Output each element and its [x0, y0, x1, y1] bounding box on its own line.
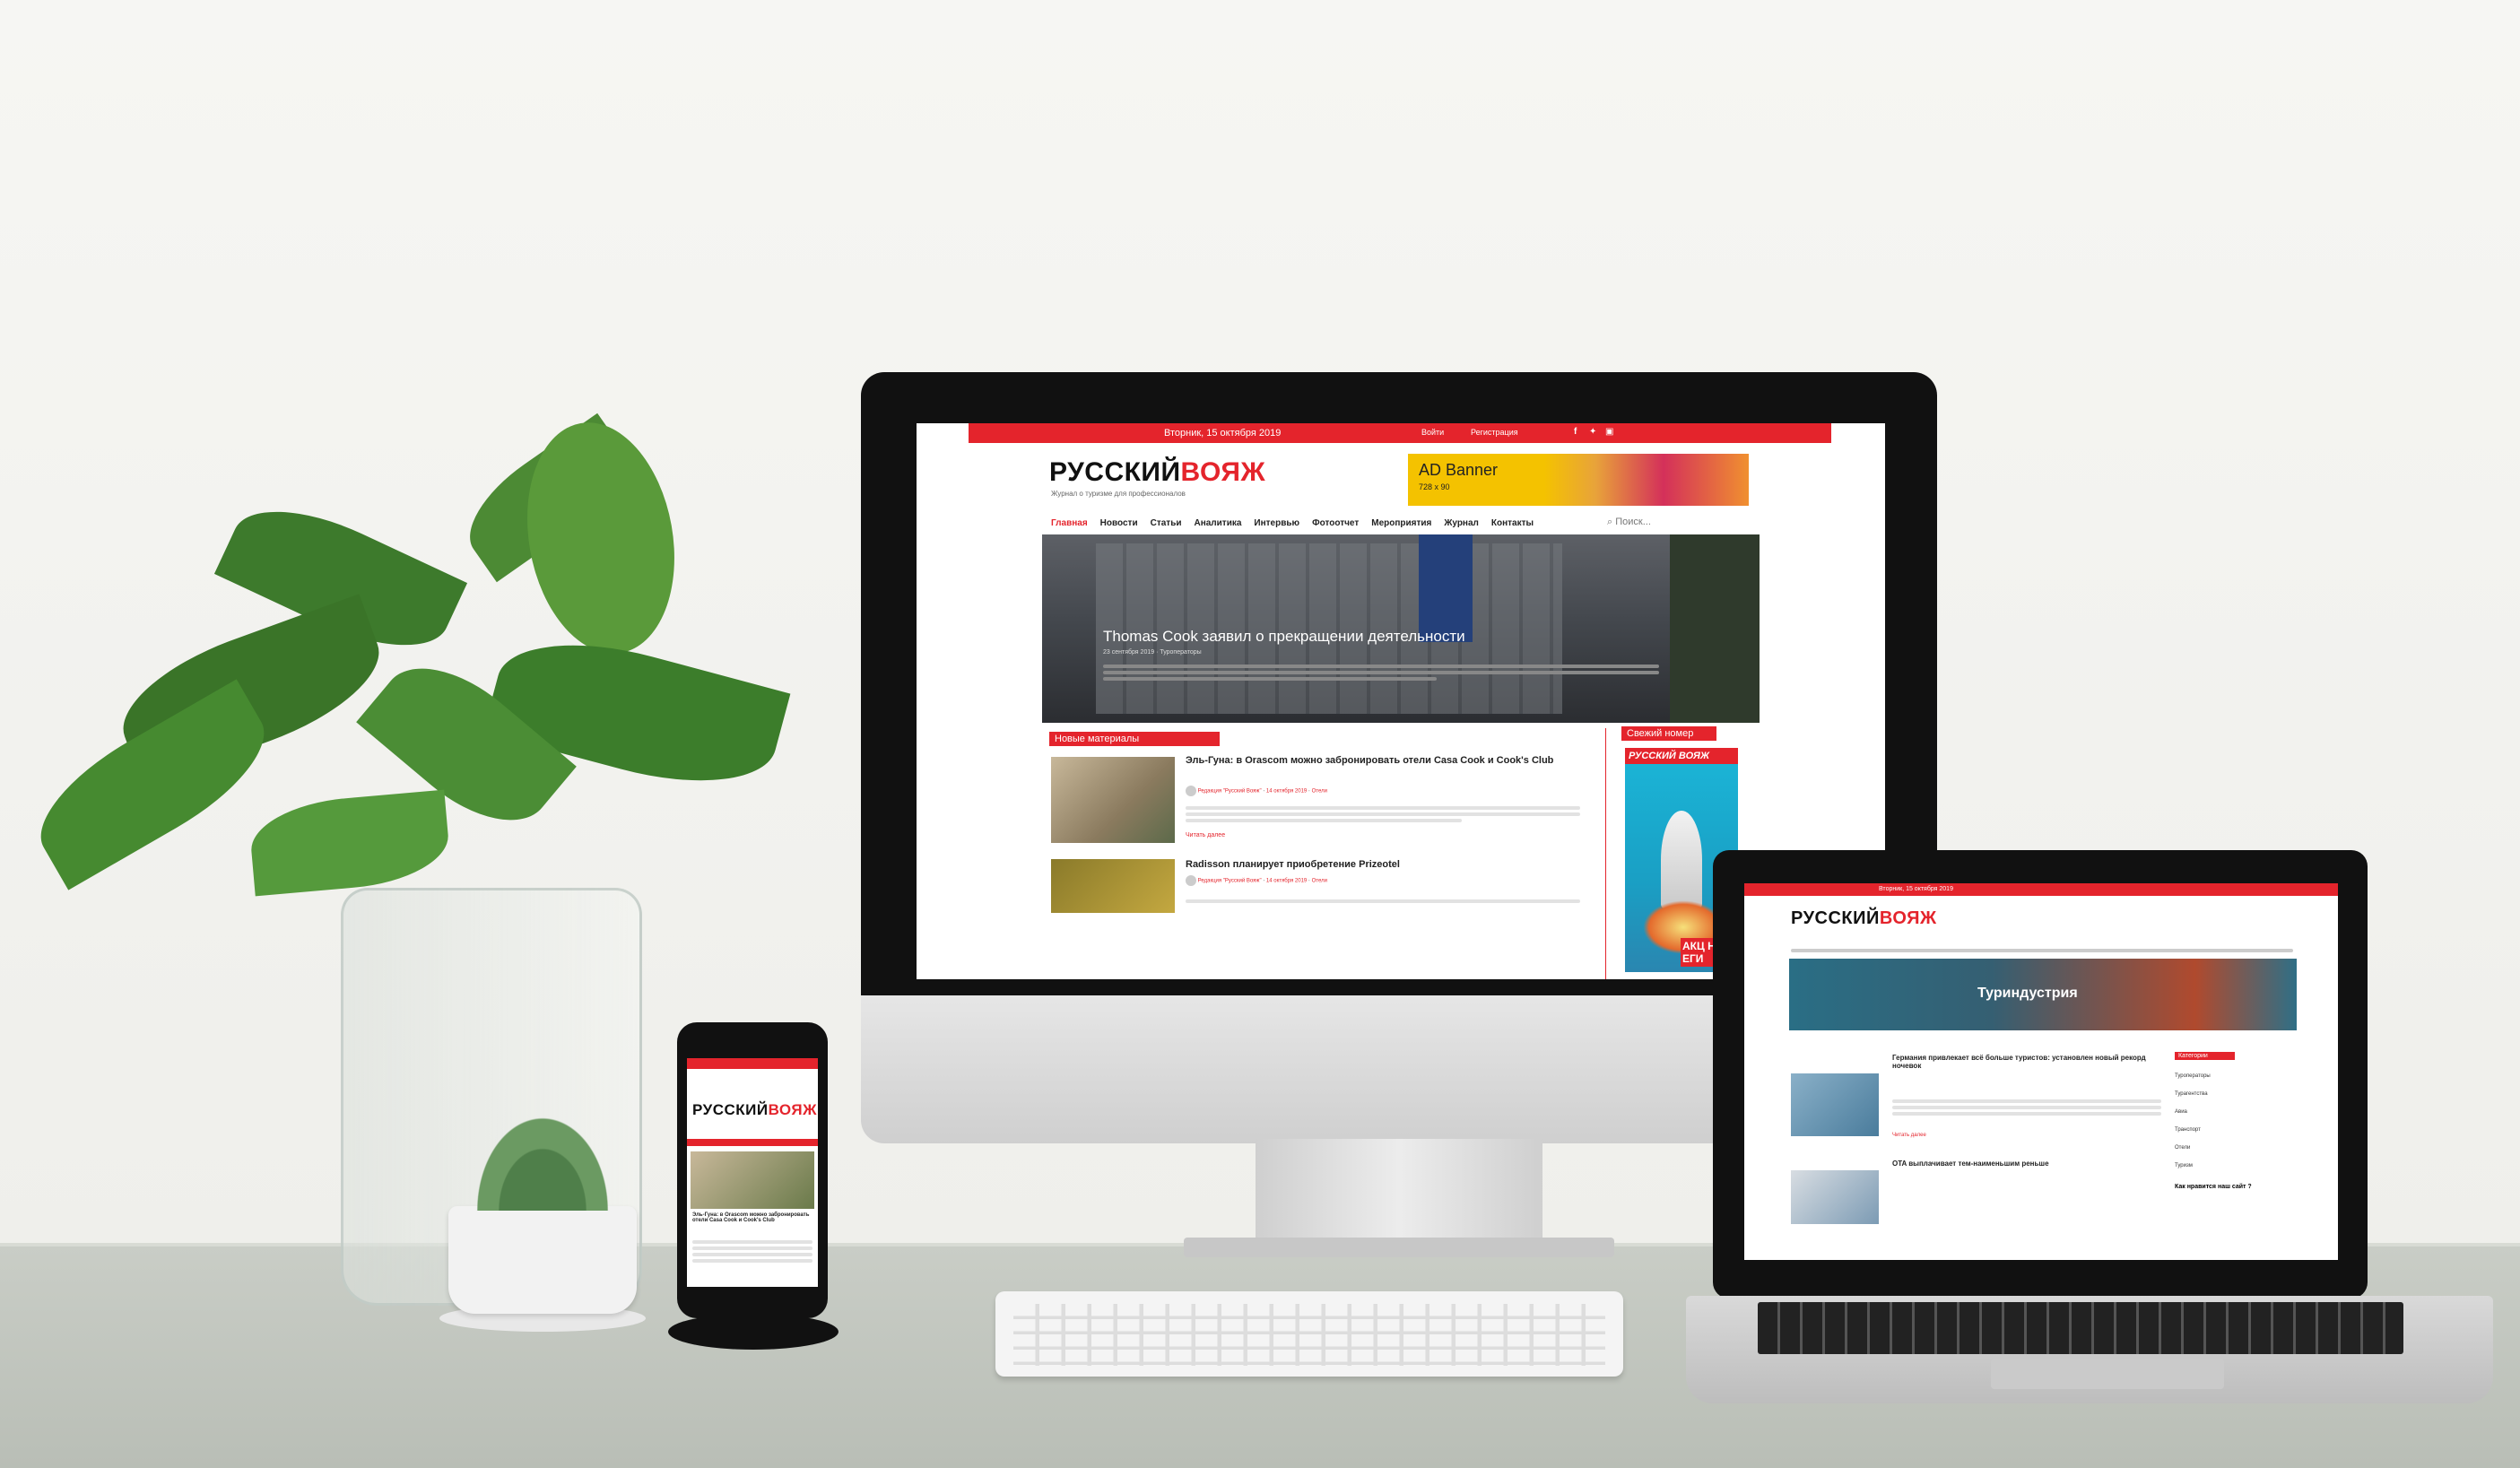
- nav-magazine[interactable]: Журнал: [1444, 518, 1479, 528]
- section-fresh-issue: Свежий номер: [1621, 726, 1717, 741]
- laptop-poll-title: Как нравится наш сайт ?: [2175, 1184, 2252, 1190]
- imac-foot: [1184, 1238, 1614, 1257]
- phone-section-bar: [687, 1139, 818, 1146]
- phone-logo[interactable]: РУССКИЙВОЯЖ: [692, 1101, 817, 1119]
- article2-thumb[interactable]: [1051, 859, 1175, 913]
- nav-analytics[interactable]: Аналитика: [1194, 518, 1241, 528]
- side-item[interactable]: Туроператоры: [2175, 1067, 2211, 1085]
- facebook-icon[interactable]: f: [1574, 427, 1577, 437]
- nav-photo[interactable]: Фотоотчет: [1312, 518, 1359, 528]
- laptop-hero[interactable]: Туриндустрия: [1789, 959, 2297, 1030]
- ad-title: AD Banner: [1419, 461, 1499, 479]
- laptop-article2-title[interactable]: OTA выплачивает тем-наименьшим реньше: [1892, 1160, 2161, 1168]
- laptop-article1-thumb[interactable]: [1791, 1073, 1879, 1136]
- laptop-logo[interactable]: РУССКИЙВОЯЖ: [1791, 908, 1937, 929]
- laptop-website: Вторник, 15 октября 2019 РУССКИЙВОЯЖ Тур…: [1744, 883, 2338, 1260]
- section-new-materials: Новые материалы: [1049, 732, 1221, 746]
- nav-interview[interactable]: Интервью: [1254, 518, 1299, 528]
- top-date: Вторник, 15 октября 2019: [1164, 428, 1282, 439]
- side-item[interactable]: Турагентства: [2175, 1085, 2211, 1103]
- hero-excerpt: [1103, 662, 1659, 683]
- nav-articles[interactable]: Статьи: [1151, 518, 1182, 528]
- laptop-top-date: Вторник, 15 октября 2019: [1879, 886, 1953, 892]
- nav-contacts[interactable]: Контакты: [1491, 518, 1534, 528]
- article2-meta: Редакция "Русский Вояж" · 14 октября 201…: [1186, 875, 1327, 886]
- phone-website: РУССКИЙВОЯЖ Эль-Гуна: в Orascom можно за…: [687, 1058, 818, 1287]
- article1-meta: Редакция "Русский Вояж" · 14 октября 201…: [1186, 786, 1327, 796]
- laptop-read-more[interactable]: Читать далее: [1892, 1133, 1926, 1138]
- login-link[interactable]: Войти: [1421, 428, 1444, 437]
- article1-read-more[interactable]: Читать далее: [1186, 832, 1225, 838]
- side-item[interactable]: Авиа: [2175, 1103, 2211, 1121]
- laptop-article2-thumb[interactable]: [1791, 1170, 1879, 1224]
- search-icon: ⌕: [1607, 517, 1613, 527]
- hero-tree: [1670, 534, 1760, 723]
- succulent: [466, 1103, 619, 1211]
- search-placeholder: Поиск...: [1615, 517, 1651, 527]
- laptop-hero-title: Туриндустрия: [1977, 986, 2078, 1001]
- laptop-keyboard: [1758, 1302, 2403, 1354]
- laptop-side-title: Категории: [2175, 1052, 2235, 1060]
- author-avatar: [1186, 786, 1196, 796]
- nav-home[interactable]: Главная: [1051, 518, 1088, 528]
- article1-excerpt: [1186, 803, 1580, 825]
- magazine-logo: РУССКИЙ ВОЯЖ: [1625, 748, 1738, 764]
- search-box[interactable]: ⌕ Поиск...: [1607, 517, 1651, 528]
- site-logo[interactable]: РУССКИЙВОЯЖ: [1049, 457, 1265, 488]
- register-link[interactable]: Регистрация: [1471, 428, 1518, 437]
- author-avatar: [1186, 875, 1196, 886]
- ad-banner[interactable]: AD Banner 728 x 90: [1408, 454, 1749, 506]
- keyboard: [995, 1291, 1623, 1377]
- side-item[interactable]: Туризм: [2175, 1157, 2211, 1175]
- phone-dock: [668, 1314, 839, 1350]
- ad-size: 728 x 90: [1419, 482, 1450, 491]
- main-nav: Главная Новости Статьи Аналитика Интервь…: [1051, 518, 1534, 528]
- hero-meta: 23 сентября 2019 · Туроператоры: [1103, 649, 1202, 656]
- laptop-side-list: Туроператоры Турагентства Авиа Транспорт…: [2175, 1067, 2211, 1175]
- magazine-rocket: [1661, 811, 1702, 909]
- imac-stand: [1256, 1139, 1542, 1246]
- site-tagline: Журнал о туризме для профессионалов: [1051, 490, 1186, 498]
- column-divider: [1605, 728, 1606, 979]
- nav-events[interactable]: Мероприятия: [1371, 518, 1431, 528]
- laptop-trackpad: [1991, 1359, 2224, 1389]
- succulent-pot: [448, 1206, 637, 1314]
- article2-title[interactable]: Radisson планирует приобретение Prizeote…: [1186, 859, 1400, 870]
- phone-article-title[interactable]: Эль-Гуна: в Orascom можно забронировать …: [692, 1212, 812, 1223]
- laptop-nav: [1791, 946, 2293, 955]
- side-item[interactable]: Транспорт: [2175, 1121, 2211, 1139]
- laptop-article1-title[interactable]: Германия привлекает всё больше туристов:…: [1892, 1054, 2161, 1070]
- phone-top-bar: [687, 1058, 818, 1069]
- article1-title[interactable]: Эль-Гуна: в Orascom можно забронировать …: [1186, 755, 1580, 766]
- nav-news[interactable]: Новости: [1100, 518, 1138, 528]
- article2-excerpt: [1186, 897, 1580, 906]
- instagram-icon[interactable]: ▣: [1605, 427, 1613, 437]
- hero-title[interactable]: Thomas Cook заявил о прекращении деятель…: [1103, 628, 1465, 646]
- twitter-icon[interactable]: ✦: [1589, 427, 1596, 437]
- top-bar: Вторник, 15 октября 2019 Войти Регистрац…: [969, 423, 1831, 443]
- side-item[interactable]: Отели: [2175, 1139, 2211, 1157]
- hero-slide[interactable]: Thomas Cook заявил о прекращении деятель…: [1042, 534, 1760, 723]
- phone-article-excerpt: [692, 1238, 812, 1265]
- laptop-article1-excerpt: [1892, 1097, 2161, 1118]
- article1-thumb[interactable]: [1051, 757, 1175, 843]
- phone-article-thumb[interactable]: [691, 1151, 814, 1209]
- laptop-top-bar: Вторник, 15 октября 2019: [1744, 883, 2338, 896]
- hero-flag: [1419, 534, 1473, 642]
